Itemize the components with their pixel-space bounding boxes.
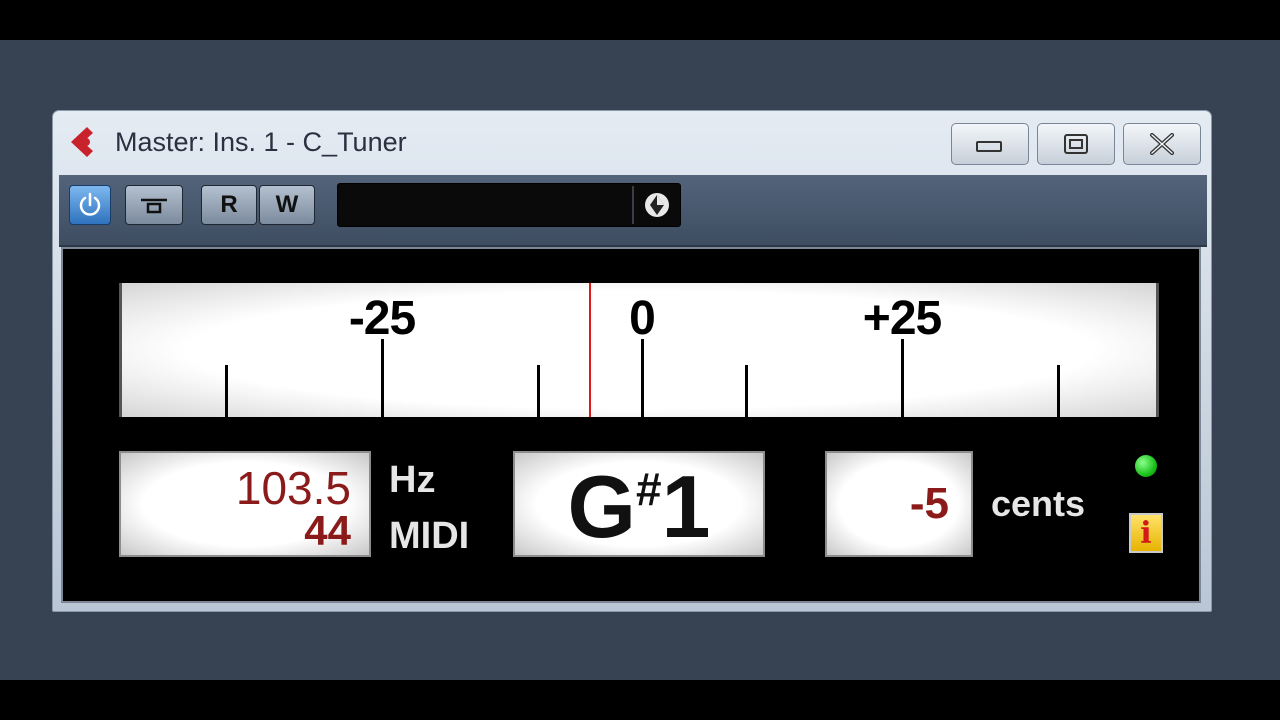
bypass-icon [141, 198, 167, 214]
scale-tick [744, 365, 748, 417]
minimize-icon [976, 141, 1002, 152]
hz-unit-label: Hz [389, 459, 436, 501]
note-octave: 1 [661, 457, 711, 556]
cents-readout: -5 [825, 451, 973, 557]
write-automation-button[interactable]: W [259, 185, 315, 225]
minimize-button[interactable] [951, 123, 1029, 165]
note-readout: G#1 [513, 451, 765, 557]
scale-tick [380, 339, 384, 417]
maximize-button[interactable] [1037, 123, 1115, 165]
midi-unit-label: MIDI [389, 515, 470, 557]
scale-tick [536, 365, 540, 417]
tuning-needle [589, 283, 591, 417]
plugin-toolbar: R W [59, 175, 1207, 247]
note-display: G#1 [515, 459, 763, 555]
preset-field[interactable] [337, 183, 681, 227]
midi-note-value: 44 [304, 507, 351, 554]
preset-browser-icon[interactable] [642, 190, 672, 220]
preset-divider [632, 186, 634, 224]
scale-tick [1056, 365, 1060, 417]
maximize-icon [1064, 134, 1088, 154]
close-icon [1150, 133, 1174, 155]
scale-tick [640, 339, 644, 417]
scale-tick [900, 339, 904, 417]
cents-value: -5 [909, 479, 949, 528]
title-bar[interactable]: Master: Ins. 1 - C_Tuner [53, 111, 1211, 175]
window-title: Master: Ins. 1 - C_Tuner [115, 127, 407, 157]
read-automation-button[interactable]: R [201, 185, 257, 225]
cents-unit-label: cents [991, 483, 1086, 524]
frequency-readout: 103.5 44 [119, 451, 371, 557]
signal-led-icon [1135, 455, 1157, 477]
scale-label-plus25: +25 [862, 292, 942, 345]
power-button[interactable] [69, 185, 111, 225]
note-letter: G [567, 457, 636, 556]
scale-label-zero: 0 [629, 292, 656, 345]
plugin-window: Master: Ins. 1 - C_Tuner R W -25 0 +25 1… [52, 110, 1212, 612]
power-icon [79, 192, 101, 216]
info-button[interactable]: i [1129, 513, 1163, 553]
close-button[interactable] [1123, 123, 1201, 165]
scale-tick [224, 365, 228, 417]
note-accidental: # [635, 463, 662, 515]
scale-label-minus25: -25 [348, 292, 416, 345]
tuner-panel: -25 0 +25 103.5 44 Hz MIDI G#1 -5 cents … [61, 247, 1201, 603]
bypass-button[interactable] [125, 185, 183, 225]
tuning-scale: -25 0 +25 [119, 283, 1159, 417]
cubase-logo-icon [71, 127, 93, 157]
